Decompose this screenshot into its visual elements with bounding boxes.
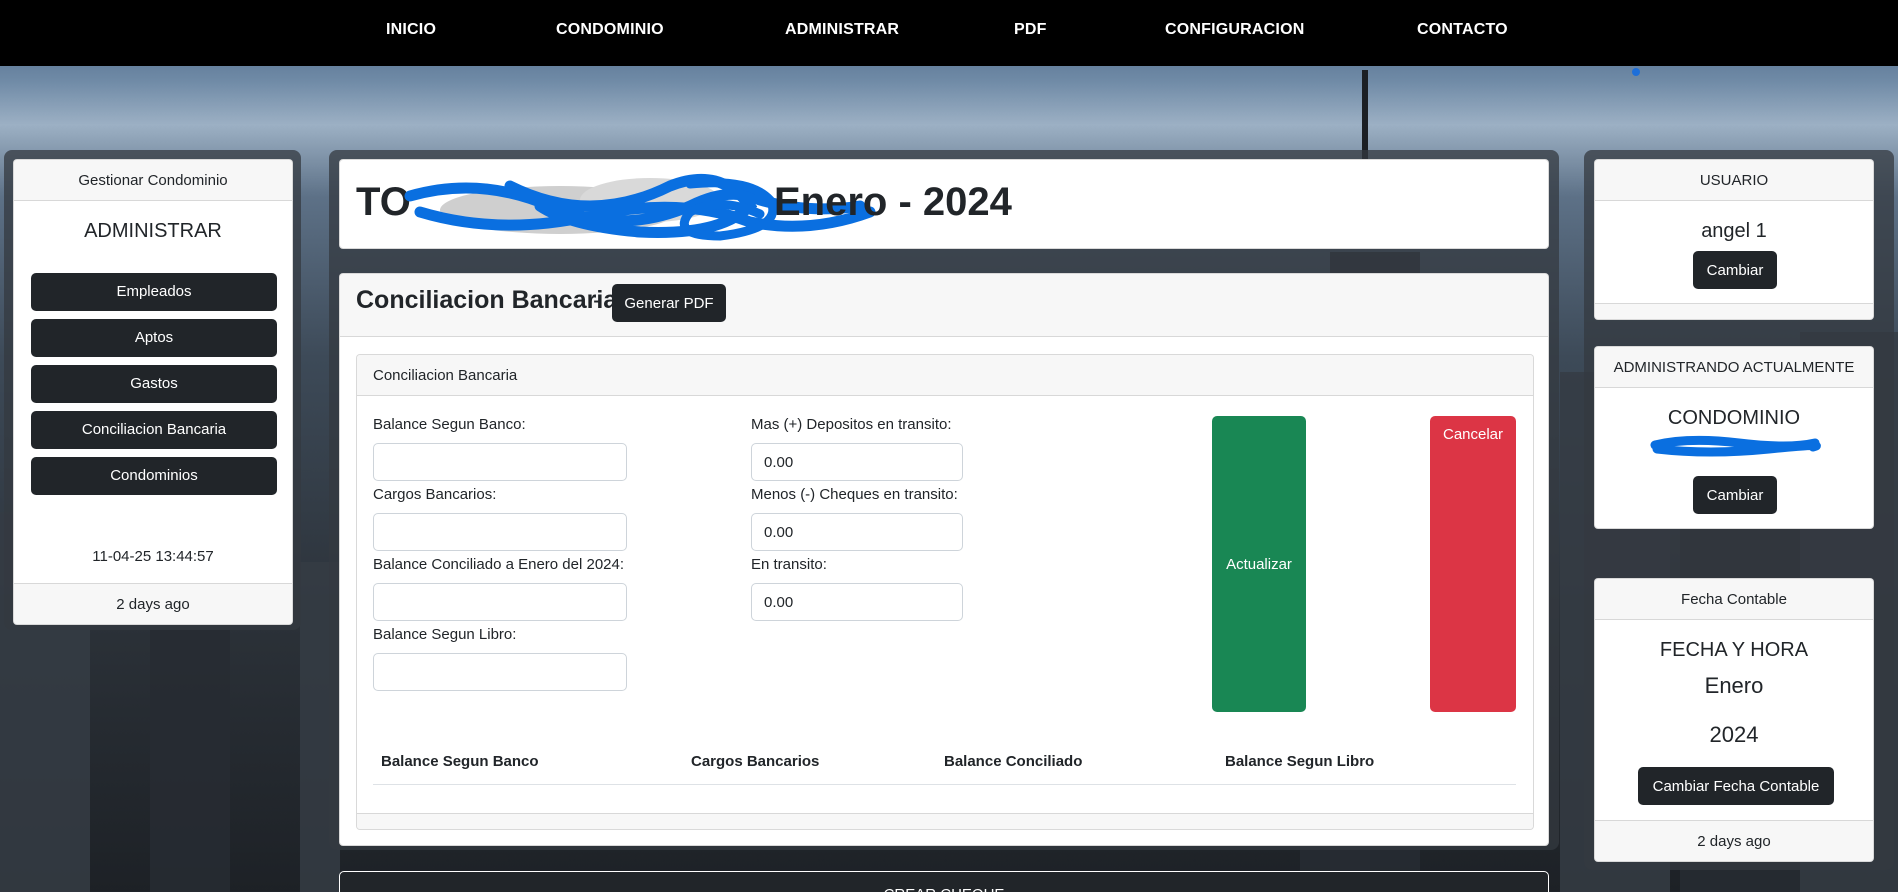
nav-contacto[interactable]: CONTACTO	[1417, 21, 1508, 39]
manage-condo-header: Gestionar Condominio	[14, 160, 292, 201]
gastos-button[interactable]: Gastos	[31, 365, 277, 403]
nav-pdf[interactable]: PDF	[1014, 21, 1047, 39]
en-transito-label: En transito:	[751, 556, 827, 573]
manage-condo-card: Gestionar Condominio ADMINISTRAR Emplead…	[13, 159, 293, 625]
user-footer	[1595, 303, 1873, 319]
balance-banco-input[interactable]	[373, 443, 627, 481]
fecha-contable-card: Fecha Contable FECHA Y HORA Enero 2024 C…	[1594, 578, 1874, 862]
timestamp: 11-04-25 13:44:57	[92, 548, 214, 565]
date-footer: 2 days ago	[1595, 820, 1873, 861]
crear-cheque-button[interactable]: CREAR CHEQUE	[339, 871, 1549, 892]
balance-libro-input[interactable]	[373, 653, 627, 691]
th-balance-conciliado: Balance Conciliado	[944, 753, 1083, 770]
user-header: USUARIO	[1595, 160, 1873, 201]
cargos-bancarios-label: Cargos Bancarios:	[373, 486, 497, 503]
top-nav: INICIO CONDOMINIO ADMINISTRAR PDF CONFIG…	[0, 0, 1898, 66]
balance-banco-label: Balance Segun Banco:	[373, 416, 526, 433]
generar-pdf-button[interactable]: Generar PDF	[612, 284, 726, 322]
balance-conciliado-input[interactable]	[373, 583, 627, 621]
redacted-condo-name	[1650, 435, 1821, 457]
nav-configuracion[interactable]: CONFIGURACION	[1165, 21, 1304, 39]
cheques-transito-label: Menos (-) Cheques en transito:	[751, 486, 958, 503]
inner-card-header: Conciliacion Bancaria	[357, 355, 1533, 396]
condominio-title: CONDOMINIO	[1667, 407, 1801, 429]
nav-administrar[interactable]: ADMINISTRAR	[785, 21, 899, 39]
depositos-transito-input[interactable]	[751, 443, 963, 481]
depositos-transito-label: Mas (+) Depositos en transito:	[751, 416, 952, 433]
fecha-contable-header: Fecha Contable	[1595, 579, 1873, 620]
balance-conciliado-label: Balance Conciliado a Enero del 2024:	[373, 556, 625, 573]
admin-current-header: ADMINISTRANDO ACTUALMENTE	[1595, 347, 1873, 388]
title-card: TO Enero - 2024	[339, 159, 1549, 249]
change-user-button[interactable]: Cambiar	[1693, 251, 1777, 289]
en-transito-input[interactable]	[751, 583, 963, 621]
th-cargos-bancarios: Cargos Bancarios	[691, 753, 820, 770]
fecha-year: 2024	[1709, 722, 1759, 747]
conciliacion-bancaria-button[interactable]: Conciliacion Bancaria	[31, 411, 277, 449]
main-heading: Conciliacion Bancaria	[356, 286, 618, 314]
main-card-header: Conciliacion Bancaria - Generar PDF	[340, 274, 1548, 337]
title-period: Enero - 2024	[774, 180, 1012, 224]
nav-condominio[interactable]: CONDOMINIO	[556, 21, 664, 39]
heading-separator: -	[593, 286, 602, 314]
fecha-hora-title: FECHA Y HORA	[1659, 639, 1809, 661]
conciliacion-card: Conciliacion Bancaria - Generar PDF Conc…	[339, 273, 1549, 846]
balance-libro-label: Balance Segun Libro:	[373, 626, 517, 643]
change-condo-button[interactable]: Cambiar	[1693, 476, 1777, 514]
actualizar-button[interactable]: Actualizar	[1212, 416, 1306, 712]
summary-table: Balance Segun Banco Cargos Bancarios Bal…	[373, 735, 1516, 785]
inner-card: Conciliacion Bancaria Balance Segun Banc…	[356, 354, 1534, 830]
th-balance-libro: Balance Segun Libro	[1225, 753, 1375, 770]
cheques-transito-input[interactable]	[751, 513, 963, 551]
left-footer: 2 days ago	[14, 583, 292, 624]
indicator-dot	[1632, 68, 1640, 76]
admin-current-card: ADMINISTRANDO ACTUALMENTE CONDOMINIO Cam…	[1594, 346, 1874, 529]
fecha-month: Enero	[1704, 673, 1764, 698]
cancelar-label: Cancelar	[1442, 426, 1504, 443]
user-name: angel 1	[1701, 220, 1767, 242]
cancelar-button[interactable]: Cancelar	[1430, 416, 1516, 712]
admin-title: ADMINISTRAR	[84, 220, 222, 242]
user-card: USUARIO angel 1 Cambiar	[1594, 159, 1874, 320]
aptos-button[interactable]: Aptos	[31, 319, 277, 357]
condominios-button[interactable]: Condominios	[31, 457, 277, 495]
cargos-bancarios-input[interactable]	[373, 513, 627, 551]
inner-card-footer	[357, 813, 1533, 829]
th-balance-banco: Balance Segun Banco	[381, 753, 539, 770]
empleados-button[interactable]: Empleados	[31, 273, 277, 311]
nav-inicio[interactable]: INICIO	[386, 21, 436, 39]
cambiar-fecha-button[interactable]: Cambiar Fecha Contable	[1638, 767, 1834, 805]
